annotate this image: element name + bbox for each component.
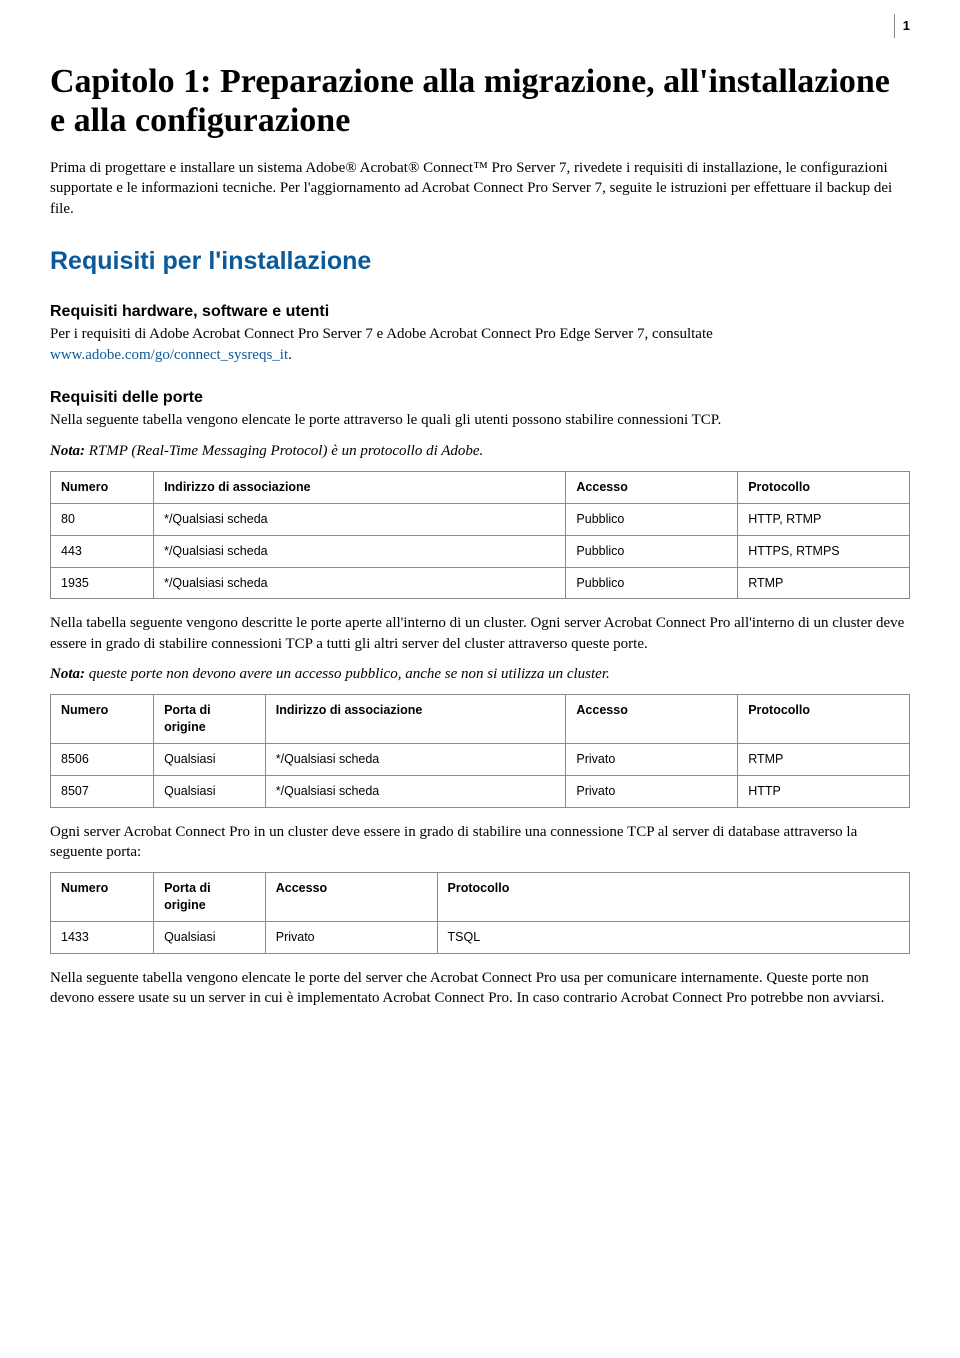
cell-number: 1935 (51, 567, 154, 599)
table-row: 1433 Qualsiasi Privato TSQL (51, 921, 910, 953)
table-row: 8506 Qualsiasi */Qualsiasi scheda Privat… (51, 743, 910, 775)
section-heading: Requisiti per l'installazione (50, 245, 910, 279)
th-address: Indirizzo di associazione (265, 695, 566, 744)
cell-protocol: RTMP (738, 743, 910, 775)
cell-number: 8507 (51, 775, 154, 807)
cell-origin: Qualsiasi (154, 743, 266, 775)
ports-note: Nota: RTMP (Real-Time Messaging Protocol… (50, 441, 910, 461)
page-number: 1 (894, 14, 910, 38)
cell-address: */Qualsiasi scheda (154, 503, 566, 535)
cell-access: Pubblico (566, 567, 738, 599)
table-public-ports: Numero Indirizzo di associazione Accesso… (50, 471, 910, 600)
cell-access: Privato (566, 775, 738, 807)
cell-protocol: HTTP (738, 775, 910, 807)
th-access: Accesso (566, 471, 738, 503)
cell-protocol: HTTPS, RTMPS (738, 535, 910, 567)
table-header-row: Numero Porta di origine Indirizzo di ass… (51, 695, 910, 744)
hw-text-after: . (288, 347, 292, 363)
th-number: Numero (51, 471, 154, 503)
intro-paragraph: Prima di progettare e installare un sist… (50, 158, 910, 219)
cluster-paragraph: Nella tabella seguente vengono descritte… (50, 613, 910, 654)
cell-address: */Qualsiasi scheda (265, 743, 566, 775)
note-text: RTMP (Real-Time Messaging Protocol) è un… (85, 443, 483, 459)
cell-origin: Qualsiasi (154, 775, 266, 807)
internal-paragraph: Nella seguente tabella vengono elencate … (50, 968, 910, 1009)
table-row: 443 */Qualsiasi scheda Pubblico HTTPS, R… (51, 535, 910, 567)
th-access: Accesso (265, 873, 437, 922)
th-origin: Porta di origine (154, 695, 266, 744)
th-address: Indirizzo di associazione (154, 471, 566, 503)
note-text: queste porte non devono avere un accesso… (85, 666, 610, 682)
note-label: Nota: (50, 666, 85, 682)
cell-address: */Qualsiasi scheda (154, 535, 566, 567)
th-protocol: Protocollo (437, 873, 909, 922)
cell-access: Pubblico (566, 535, 738, 567)
note-label: Nota: (50, 443, 85, 459)
cell-origin: Qualsiasi (154, 921, 266, 953)
th-protocol: Protocollo (738, 471, 910, 503)
cell-number: 443 (51, 535, 154, 567)
cell-number: 80 (51, 503, 154, 535)
cluster-note: Nota: queste porte non devono avere un a… (50, 664, 910, 684)
table-row: 8507 Qualsiasi */Qualsiasi scheda Privat… (51, 775, 910, 807)
cell-access: Privato (566, 743, 738, 775)
th-origin: Porta di origine (154, 873, 266, 922)
table-header-row: Numero Porta di origine Accesso Protocol… (51, 873, 910, 922)
cell-number: 1433 (51, 921, 154, 953)
th-number: Numero (51, 873, 154, 922)
hw-text-before: Per i requisiti di Adobe Acrobat Connect… (50, 326, 713, 342)
cell-address: */Qualsiasi scheda (154, 567, 566, 599)
sysreqs-link[interactable]: www.adobe.com/go/connect_sysreqs_it (50, 347, 288, 363)
table-row: 1935 */Qualsiasi scheda Pubblico RTMP (51, 567, 910, 599)
table-db-port: Numero Porta di origine Accesso Protocol… (50, 872, 910, 954)
th-access: Accesso (566, 695, 738, 744)
cell-address: */Qualsiasi scheda (265, 775, 566, 807)
cell-access: Privato (265, 921, 437, 953)
ports-paragraph: Nella seguente tabella vengono elencate … (50, 410, 910, 430)
cell-number: 8506 (51, 743, 154, 775)
cell-access: Pubblico (566, 503, 738, 535)
th-protocol: Protocollo (738, 695, 910, 744)
table-cluster-ports: Numero Porta di origine Indirizzo di ass… (50, 694, 910, 808)
chapter-title: Capitolo 1: Preparazione alla migrazione… (50, 62, 910, 140)
table-row: 80 */Qualsiasi scheda Pubblico HTTP, RTM… (51, 503, 910, 535)
hw-subheading: Requisiti hardware, software e utenti (50, 301, 910, 323)
ports-subheading: Requisiti delle porte (50, 387, 910, 409)
th-number: Numero (51, 695, 154, 744)
cell-protocol: RTMP (738, 567, 910, 599)
table-header-row: Numero Indirizzo di associazione Accesso… (51, 471, 910, 503)
hw-paragraph: Per i requisiti di Adobe Acrobat Connect… (50, 324, 910, 365)
cell-protocol: TSQL (437, 921, 909, 953)
cell-protocol: HTTP, RTMP (738, 503, 910, 535)
db-paragraph: Ogni server Acrobat Connect Pro in un cl… (50, 822, 910, 863)
